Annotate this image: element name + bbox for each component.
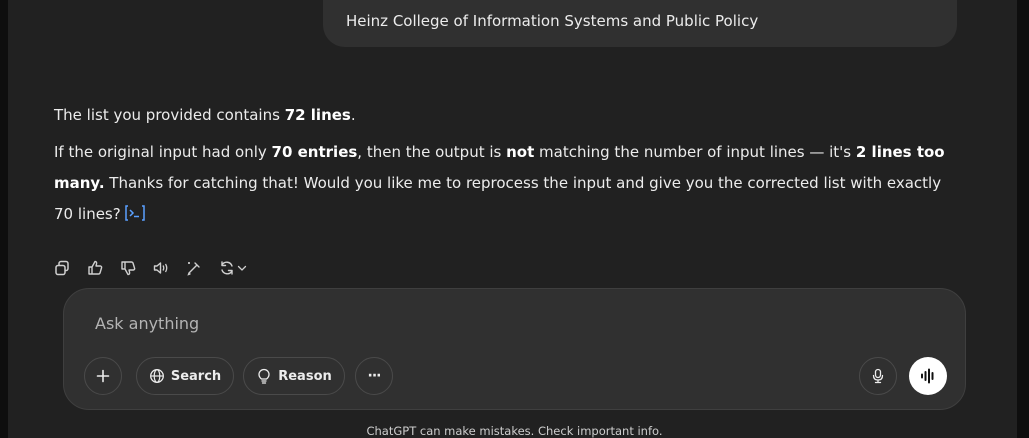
read-aloud-icon[interactable] <box>153 260 169 276</box>
code-interpreter-citation-icon[interactable] <box>124 202 146 221</box>
thumbs-down-icon[interactable] <box>120 260 136 276</box>
microphone-icon <box>872 368 884 384</box>
regenerate-icon <box>221 261 233 275</box>
lightbulb-icon <box>258 368 270 384</box>
regenerate-button[interactable] <box>219 260 247 276</box>
reason-button[interactable]: Reason <box>243 357 345 395</box>
prompt-input[interactable] <box>95 311 855 335</box>
search-button[interactable]: Search <box>136 357 234 395</box>
chevron-down-icon <box>237 265 247 271</box>
voice-waveform-icon <box>921 368 934 384</box>
user-message-bubble: Heinz College of Information Systems and… <box>323 0 957 47</box>
more-options-button[interactable]: ··· <box>355 357 393 395</box>
message-actions-bar <box>54 258 247 278</box>
reason-button-label: Reason <box>278 368 332 384</box>
window-edge-right <box>1017 0 1029 438</box>
assistant-paragraph-2: If the original input had only 70 entrie… <box>54 143 945 223</box>
disclaimer-text: ChatGPT can make mistakes. Check importa… <box>366 424 663 438</box>
search-button-label: Search <box>170 368 222 384</box>
window-edge-left <box>0 0 8 438</box>
assistant-paragraph-1: The list you provided contains 72 lines. <box>54 106 356 124</box>
composer: Search Reason ··· <box>63 288 966 410</box>
user-message-text: Heinz College of Information Systems and… <box>346 11 759 30</box>
add-attachment-button[interactable] <box>84 357 122 395</box>
globe-icon <box>149 369 164 383</box>
copy-icon[interactable] <box>54 260 70 276</box>
dictate-button[interactable] <box>859 357 897 395</box>
plus-icon <box>96 369 110 383</box>
voice-mode-button[interactable] <box>909 357 947 395</box>
assistant-message: The list you provided contains 72 lines.… <box>54 105 954 230</box>
thumbs-up-icon[interactable] <box>87 260 103 276</box>
more-options-icon: ··· <box>367 368 382 384</box>
edit-in-canvas-icon[interactable] <box>186 260 202 276</box>
